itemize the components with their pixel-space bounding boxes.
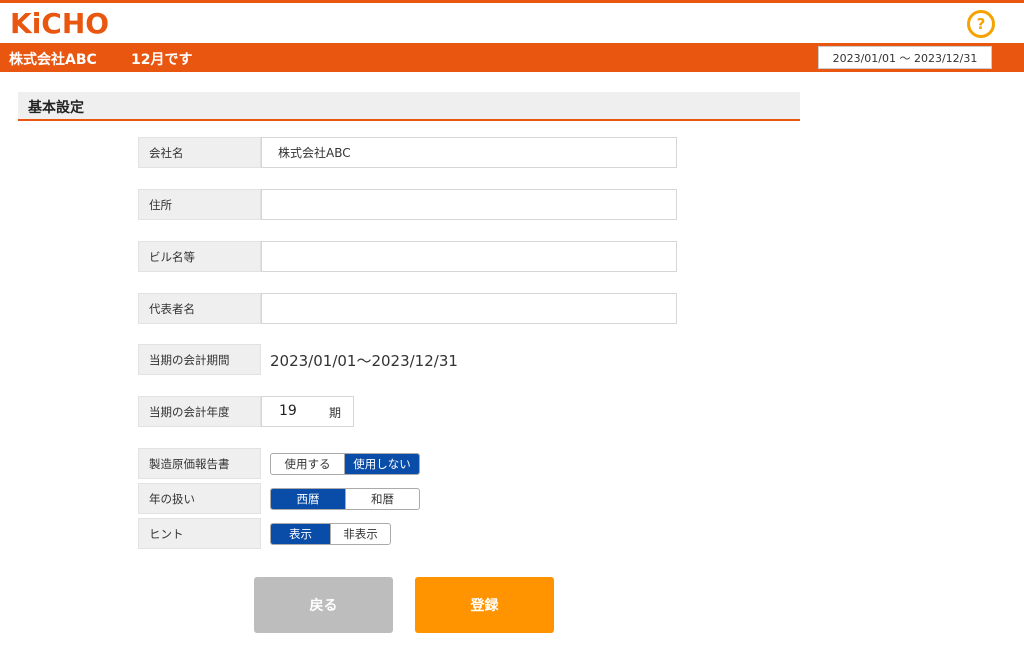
year-format-japanese-option[interactable]: 和暦 (345, 489, 419, 509)
back-button[interactable]: 戻る (254, 577, 393, 633)
fiscal-year-label: 当期の会計年度 (138, 396, 261, 427)
hint-hide-option[interactable]: 非表示 (330, 524, 390, 544)
hint-label: ヒント (138, 518, 261, 549)
fiscal-year-unit: 期 (329, 406, 342, 420)
section-title: 基本設定 (28, 100, 84, 116)
representative-name-label: 代表者名 (138, 293, 261, 324)
year-format-western-option[interactable]: 西暦 (271, 489, 345, 509)
address-label: 住所 (138, 189, 261, 220)
header-period-range: 2023/01/01 〜 2023/12/31 (818, 46, 992, 69)
manufacturing-report-not-use-option[interactable]: 使用しない (345, 454, 419, 474)
hint-toggle: 表示 非表示 (270, 523, 391, 545)
header-company-name: 株式会社ABC (9, 52, 97, 68)
top-accent-line (0, 0, 1024, 3)
logo[interactable]: KiCHO (10, 6, 110, 40)
help-icon[interactable]: ? (967, 10, 995, 38)
section-header: 基本設定 (18, 92, 800, 121)
header-month: 12月です (131, 52, 193, 68)
accounting-period-value: 2023/01/01〜2023/12/31 (270, 352, 458, 370)
year-format-toggle: 西暦 和暦 (270, 488, 420, 510)
building-name-input[interactable] (261, 241, 677, 272)
fiscal-year-field[interactable]: 19 期 (261, 396, 354, 427)
company-name-input[interactable] (261, 137, 677, 168)
accounting-period-label: 当期の会計期間 (138, 344, 261, 375)
manufacturing-report-use-option[interactable]: 使用する (271, 454, 345, 474)
register-button[interactable]: 登録 (415, 577, 554, 633)
year-format-label: 年の扱い (138, 483, 261, 514)
building-name-label: ビル名等 (138, 241, 261, 272)
representative-name-input[interactable] (261, 293, 677, 324)
manufacturing-report-toggle: 使用する 使用しない (270, 453, 420, 475)
logo-text: KiCHO (10, 6, 110, 40)
company-name-label: 会社名 (138, 137, 261, 168)
hint-show-option[interactable]: 表示 (271, 524, 330, 544)
address-input[interactable] (261, 189, 677, 220)
manufacturing-report-label: 製造原価報告書 (138, 448, 261, 479)
fiscal-year-value: 19 (279, 403, 297, 419)
